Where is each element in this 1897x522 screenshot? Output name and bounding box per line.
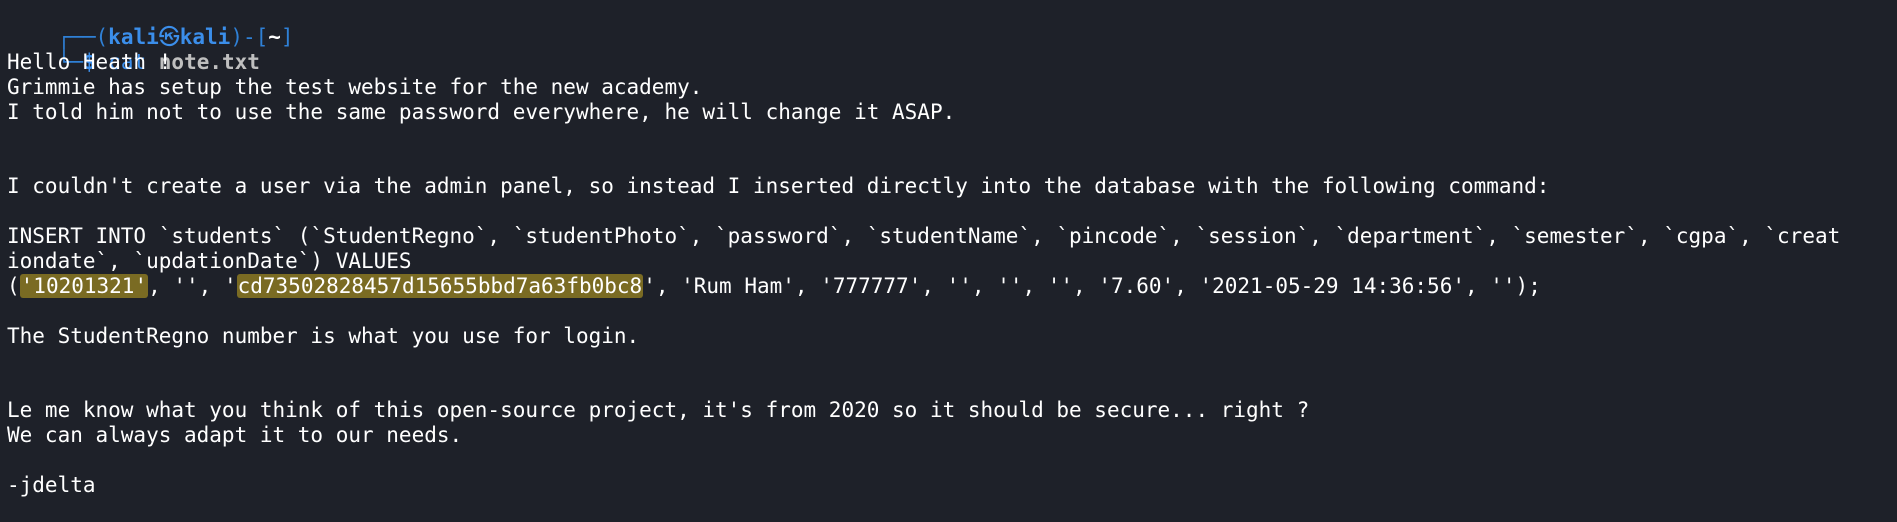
command-argument: note.txt — [158, 49, 260, 74]
output-line-open-source: Le me know what you think of this open-s… — [7, 398, 1310, 423]
output-line-password-warning: I told him not to use the same password … — [7, 99, 956, 124]
output-line-greeting: Hello Heath ! — [7, 49, 172, 74]
prompt-host: kali — [179, 24, 231, 49]
sql-values-mid: , '', ' — [148, 273, 237, 298]
prompt-cwd: ~ — [268, 24, 281, 49]
terminal-window[interactable]: ┌──(kali㉿kali)-[~] └─$ cat note.txt Hell… — [7, 0, 1897, 522]
prompt-line-top: ┌──(kali㉿kali)-[~] — [7, 0, 1897, 49]
sql-open-paren: ( — [7, 273, 20, 298]
output-line-setup: Grimmie has setup the test website for t… — [7, 74, 703, 99]
output-line-sql-values: ('10201321', '', 'cd73502828457d15655bbd… — [7, 273, 1897, 299]
prompt-corner-top: ┌── — [57, 24, 96, 49]
output-line-signature: -jdelta — [7, 472, 96, 497]
output-line-sql-insert-wrap: iondate`, `updationDate`) VALUES — [7, 248, 412, 273]
prompt-close-paren: )-[ — [230, 24, 269, 49]
output-line-sql-insert: INSERT INTO `students` (`StudentRegno`, … — [7, 224, 1841, 249]
sql-values-rest: ', 'Rum Ham', '777777', '', '', '', '7.6… — [643, 273, 1541, 298]
prompt-open-paren: ( — [95, 24, 109, 49]
prompt-user: kali — [108, 24, 159, 49]
output-line-login-note: The StudentRegno number is what you use … — [7, 323, 640, 348]
prompt-close-bracket: ] — [280, 24, 294, 49]
prompt-skull-icon: ㉿ — [158, 24, 180, 49]
highlighted-password-hash: cd73502828457d15655bbd7a63fb0bc8 — [236, 273, 644, 298]
output-line-adapt: We can always adapt it to our needs. — [7, 423, 463, 448]
highlighted-regno: '10201321' — [19, 273, 149, 298]
output-line-admin-panel: I couldn't create a user via the admin p… — [7, 174, 1550, 199]
